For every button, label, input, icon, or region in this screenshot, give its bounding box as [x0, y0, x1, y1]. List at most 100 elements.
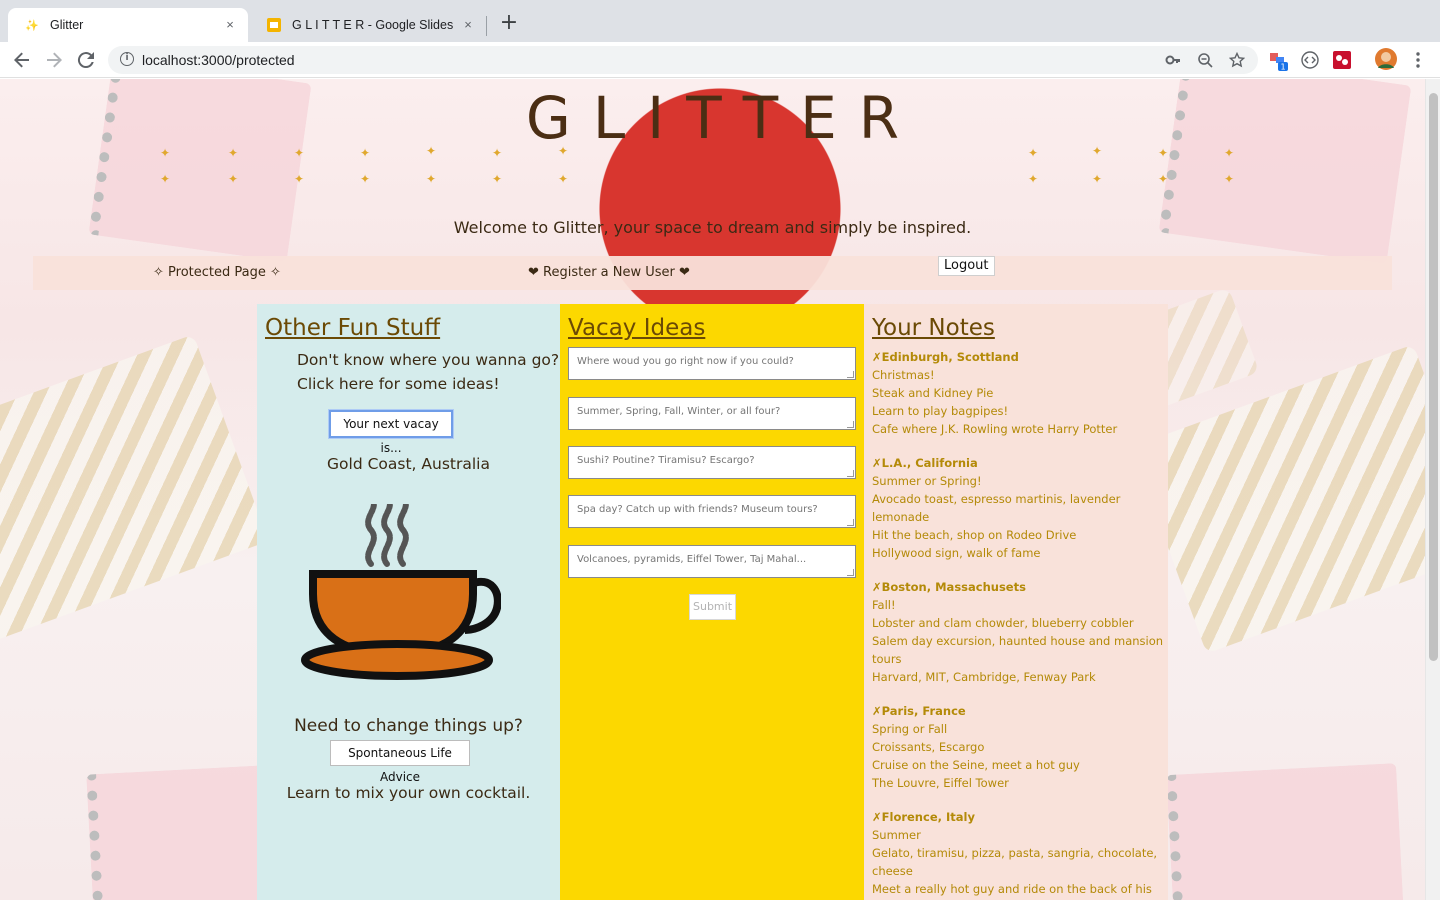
svg-text:✦: ✦ — [1224, 172, 1234, 186]
teacup-icon — [301, 504, 501, 680]
sparkle-icon: ✨ — [25, 19, 39, 32]
vacay-prompt-line: Don't know where you wanna go? — [297, 351, 560, 369]
page-scrollbar[interactable] — [1425, 79, 1440, 900]
notes-list: ✗Edinburgh, Scottland Christmas! Steak a… — [872, 348, 1164, 900]
delete-note-icon[interactable]: ✗ — [872, 456, 882, 470]
note-item: ✗L.A., California Summer or Spring! Avoc… — [872, 454, 1164, 562]
submit-button[interactable]: Submit — [689, 594, 736, 620]
svg-text:1: 1 — [1280, 63, 1285, 72]
site-nav: ✧ Protected Page ✧ ❤ Register a New User… — [33, 256, 1392, 290]
note-season: Fall! — [872, 598, 896, 612]
activity-field[interactable]: Spa day? Catch up with friends? Museum t… — [568, 495, 856, 528]
tab-title: G L I T T E R - Google Slides — [292, 18, 454, 32]
sights-field[interactable]: Volcanoes, pyramids, Eiffel Tower, Taj M… — [568, 545, 856, 578]
note-activity: Meet a really hot guy and ride on the ba… — [872, 882, 1152, 896]
tab-glitter[interactable]: ✨ Glitter × — [8, 8, 248, 42]
note-place: L.A., California — [881, 456, 978, 470]
next-vacay-button[interactable]: Your next vacay is... — [329, 410, 453, 455]
note-sights: Cafe where J.K. Rowling wrote Harry Pott… — [872, 422, 1118, 436]
fun-stuff-column: Other Fun Stuff Don't know where you wan… — [257, 304, 560, 900]
delete-note-icon[interactable]: ✗ — [872, 704, 882, 718]
note-place: Boston, Massachusets — [881, 580, 1026, 594]
delete-note-icon[interactable]: ✗ — [872, 350, 882, 364]
destination-field[interactable]: Where woud you go right now if you could… — [568, 347, 856, 380]
info-icon[interactable]: i — [120, 52, 134, 66]
url-text: localhost:3000/protected — [142, 52, 295, 68]
address-bar[interactable]: i localhost:3000/protected — [108, 46, 1258, 74]
reload-icon[interactable] — [74, 48, 98, 72]
zoom-icon[interactable] — [1196, 52, 1214, 70]
menu-dots-icon[interactable] — [1410, 50, 1430, 70]
your-notes-title: Your Notes — [872, 315, 995, 341]
red-extension-icon[interactable] — [1332, 50, 1352, 70]
note-activity: Learn to play bagpipes! — [872, 404, 1009, 418]
svg-text:✦: ✦ — [1158, 172, 1168, 186]
svg-text:✦: ✦ — [558, 172, 568, 186]
note-food: Gelato, tiramisu, pizza, pasta, sangria,… — [872, 846, 1158, 878]
note-activity: Hit the beach, shop on Rodeo Drive — [872, 528, 1077, 542]
new-tab-button[interactable]: + — [498, 12, 520, 36]
page-viewport: ✦ ✦ ✦ ✦ ✦ ✦ ✦ ✦ ✦ ✦ ✦ ✦ ✦ ✦ ✦ ✦ ✦ ✦ ✦ ✦ ✦ ✦ GLITTER Welc… — [0, 79, 1425, 900]
tab-title: Glitter — [50, 18, 84, 32]
life-advice-button[interactable]: Spontaneous Life Advice — [330, 740, 470, 784]
svg-text:✦: ✦ — [1028, 172, 1038, 186]
your-notes-column: Your Notes ✗Edinburgh, Scottland Christm… — [864, 304, 1168, 900]
site-logo: GLITTER — [525, 84, 922, 152]
scrollbar-thumb[interactable] — [1429, 93, 1438, 661]
note-sights: The Louvre, Eiffel Tower — [872, 776, 1009, 790]
svg-text:✦: ✦ — [228, 172, 238, 186]
tab-google-slides[interactable]: G L I T T E R - Google Slides × — [250, 8, 486, 42]
delete-note-icon[interactable]: ✗ — [872, 810, 882, 824]
nav-register-user[interactable]: ❤ Register a New User ❤ — [528, 265, 690, 280]
note-season: Christmas! — [872, 368, 935, 382]
note-food: Croissants, Escargo — [872, 740, 985, 754]
tab-strip: ✨ Glitter × G L I T T E R - Google Slide… — [0, 0, 1440, 42]
vacay-prompt: Don't know where you wanna go? Click her… — [297, 348, 559, 396]
season-field[interactable]: Summer, Spring, Fall, Winter, or all fou… — [568, 397, 856, 430]
nav-protected-page[interactable]: ✧ Protected Page ✧ — [153, 265, 281, 280]
note-activity: Salem day excursion, haunted house and m… — [872, 634, 1164, 666]
tab-divider — [486, 16, 487, 36]
key-icon[interactable] — [1164, 52, 1182, 70]
bookmark-star-icon[interactable] — [1228, 51, 1246, 70]
svg-text:✦: ✦ — [426, 172, 436, 186]
change-things-prompt: Need to change things up? — [294, 716, 523, 736]
svg-text:✦: ✦ — [294, 172, 304, 186]
extension-badge-icon[interactable]: 1 — [1268, 50, 1288, 72]
note-food: Avocado toast, espresso martinis, lavend… — [872, 492, 1121, 524]
logout-button[interactable]: Logout — [938, 256, 995, 276]
note-sights: Hollywood sign, walk of fame — [872, 546, 1041, 560]
note-item: ✗Edinburgh, Scottland Christmas! Steak a… — [872, 348, 1164, 438]
note-sights: Harvard, MIT, Cambridge, Fenway Park — [872, 670, 1096, 684]
close-icon[interactable]: × — [222, 17, 238, 33]
vacay-ideas-column: Vacay Ideas Where woud you go right now … — [560, 304, 864, 900]
background-notebook — [1166, 763, 1404, 900]
note-food: Lobster and clam chowder, blueberry cobb… — [872, 616, 1134, 630]
note-place: Paris, France — [881, 704, 966, 718]
svg-text:✦: ✦ — [1092, 172, 1102, 186]
back-icon[interactable] — [10, 48, 34, 72]
fun-stuff-title: Other Fun Stuff — [265, 315, 441, 341]
note-season: Summer or Spring! — [872, 474, 982, 488]
welcome-message: Welcome to Glitter, your space to dream … — [453, 218, 972, 237]
avatar[interactable] — [1375, 48, 1397, 70]
note-season: Summer — [872, 828, 921, 842]
browser-toolbar: i localhost:3000/protected 1 — [0, 42, 1440, 78]
note-place: Florence, Italy — [881, 810, 975, 824]
note-season: Spring or Fall — [872, 722, 948, 736]
code-extension-icon[interactable] — [1300, 50, 1320, 70]
slides-icon — [266, 17, 282, 33]
delete-note-icon[interactable]: ✗ — [872, 580, 882, 594]
food-field[interactable]: Sushi? Poutine? Tiramisu? Escargo? — [568, 446, 856, 479]
note-food: Steak and Kidney Pie — [872, 386, 994, 400]
note-activity: Cruise on the Seine, meet a hot guy — [872, 758, 1080, 772]
note-item: ✗Boston, Massachusets Fall! Lobster and … — [872, 578, 1164, 686]
forward-icon[interactable] — [42, 48, 66, 72]
cocktail-link[interactable]: Learn to mix your own cocktail. — [257, 784, 560, 802]
svg-text:✦: ✦ — [160, 172, 170, 186]
svg-text:✦: ✦ — [492, 172, 502, 186]
note-item: ✗Florence, Italy Summer Gelato, tiramisu… — [872, 808, 1164, 900]
background-diary — [0, 334, 269, 644]
vacay-suggestion: Gold Coast, Australia — [327, 455, 490, 473]
close-icon[interactable]: × — [460, 17, 476, 33]
